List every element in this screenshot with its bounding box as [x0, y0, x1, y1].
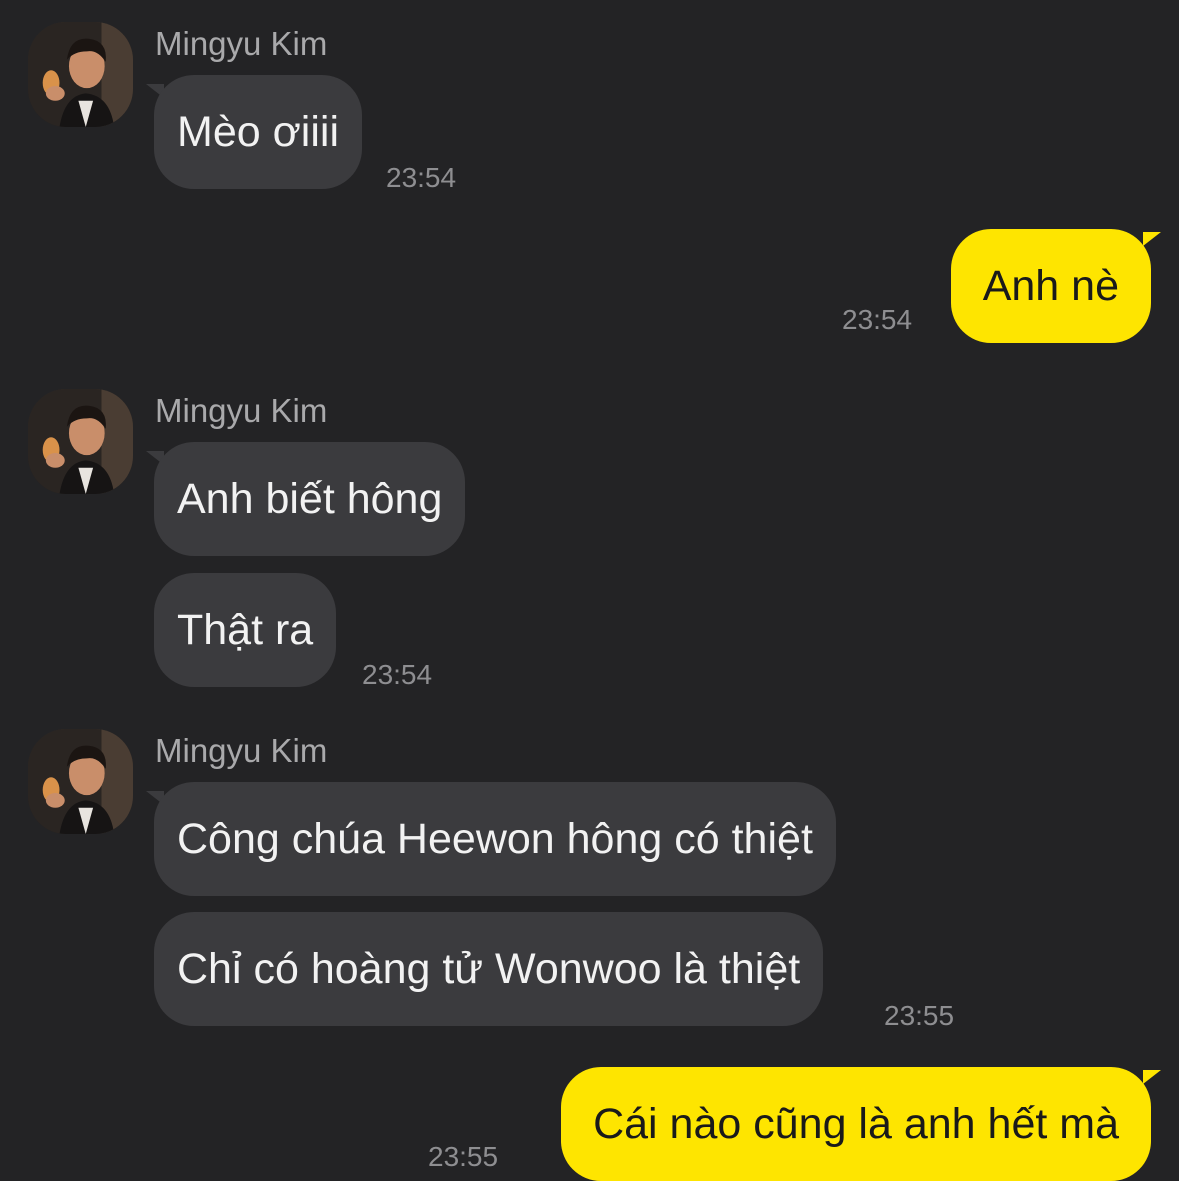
incoming-message-bubble[interactable]: Thật ra [154, 573, 337, 687]
bubble-tail [1143, 1070, 1161, 1084]
message-timestamp: 23:54 [362, 659, 433, 690]
message-timestamp: 23:54 [386, 162, 457, 193]
incoming-message-bubble[interactable]: Mèo ơiiii [154, 75, 363, 189]
sender-avatar[interactable] [28, 22, 133, 127]
incoming-message-bubble[interactable]: Anh biết hông [154, 442, 466, 556]
sender-avatar[interactable] [28, 729, 133, 834]
sender-avatar[interactable] [28, 389, 133, 494]
profile-photo-icon [28, 22, 133, 127]
message-timestamp: 23:55 [428, 1141, 499, 1172]
message-timestamp: 23:54 [842, 304, 913, 335]
profile-photo-icon [28, 389, 133, 494]
sender-name: Mingyu Kim [155, 25, 328, 62]
bubble-tail [1143, 232, 1161, 246]
message-timestamp: 23:55 [884, 1000, 955, 1031]
incoming-message-bubble[interactable]: Chỉ có hoàng tử Wonwoo là thiệt [154, 912, 824, 1026]
profile-photo-icon [28, 729, 133, 834]
incoming-message-bubble[interactable]: Công chúa Heewon hông có thiệt [154, 782, 836, 896]
outgoing-message-bubble[interactable]: Cái nào cũng là anh hết mà [561, 1067, 1151, 1181]
outgoing-message-bubble[interactable]: Anh nè [950, 229, 1151, 343]
sender-name: Mingyu Kim [155, 732, 328, 769]
sender-name: Mingyu Kim [155, 392, 328, 429]
